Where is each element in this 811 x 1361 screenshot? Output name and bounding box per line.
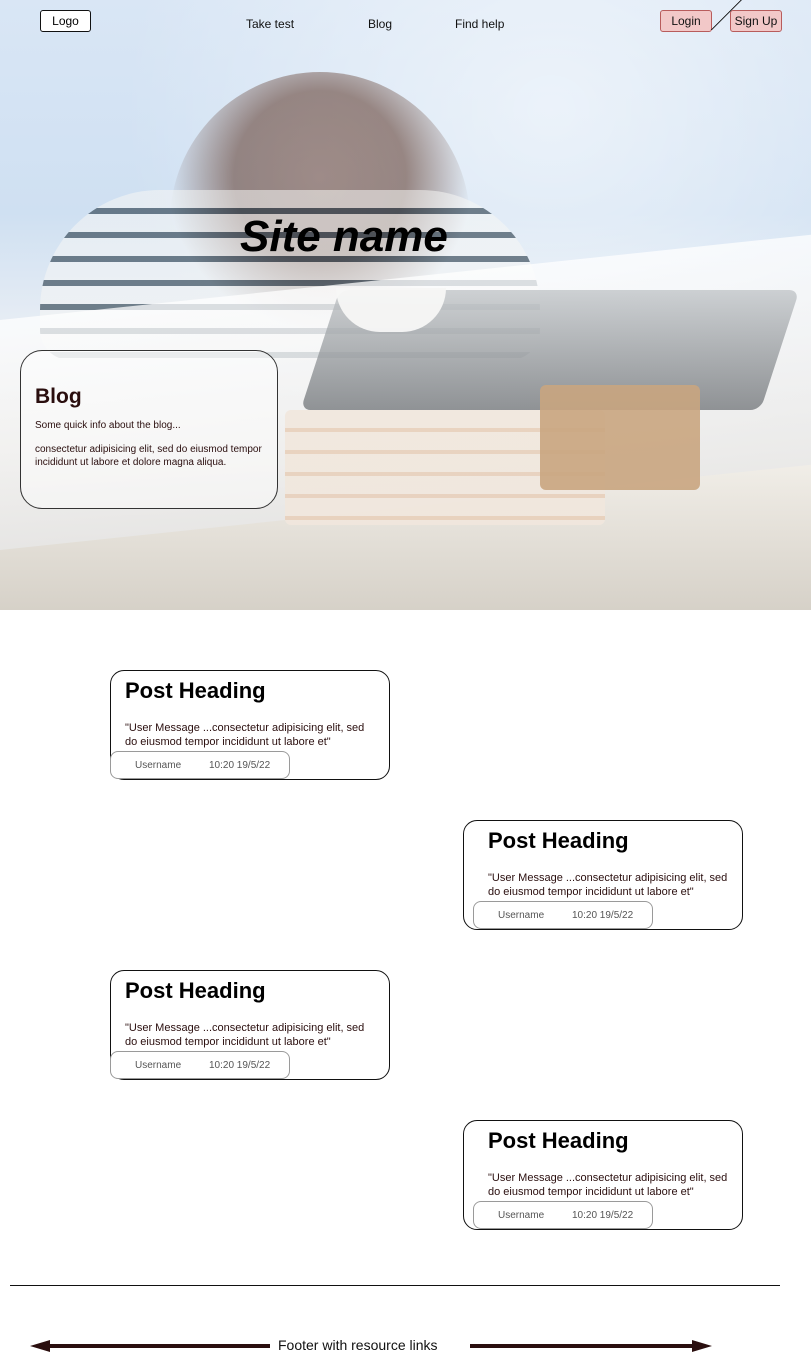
post-meta: Username 10:20 19/5/22	[110, 751, 290, 779]
post-username[interactable]: Username	[135, 1060, 181, 1071]
blog-card-info: Some quick info about the blog...	[35, 420, 181, 431]
login-button[interactable]: Login	[660, 10, 712, 32]
post-message: "User Message ...consectetur adipisicing…	[488, 1172, 728, 1198]
nav-link-find-help[interactable]: Find help	[455, 17, 504, 31]
post-card[interactable]: Post Heading "User Message ...consectetu…	[110, 670, 390, 780]
post-meta: Username 10:20 19/5/22	[473, 901, 653, 929]
post-meta: Username 10:20 19/5/22	[110, 1051, 290, 1079]
post-card[interactable]: Post Heading "User Message ...consectetu…	[110, 970, 390, 1080]
post-message: "User Message ...consectetur adipisicing…	[125, 722, 365, 748]
blog-card-title: Blog	[35, 385, 82, 408]
post-meta: Username 10:20 19/5/22	[473, 1201, 653, 1229]
post-timestamp: 10:20 19/5/22	[572, 910, 634, 921]
arrow-right-icon	[692, 1340, 712, 1352]
blog-info-card: Blog Some quick info about the blog... c…	[20, 350, 278, 509]
post-heading: Post Heading	[488, 828, 629, 853]
arrow-left-icon	[30, 1340, 50, 1352]
post-card[interactable]: Post Heading "User Message ...consectetu…	[463, 1120, 743, 1230]
nav-link-blog[interactable]: Blog	[368, 17, 392, 31]
post-username[interactable]: Username	[498, 910, 544, 921]
arrow-right-shaft	[470, 1344, 694, 1348]
signup-button[interactable]: Sign Up	[730, 10, 782, 32]
nav-link-take-test[interactable]: Take test	[246, 17, 294, 31]
hero-photo-pencil-holder	[540, 385, 700, 490]
post-heading: Post Heading	[488, 1128, 629, 1153]
post-message: "User Message ...consectetur adipisicing…	[488, 872, 728, 898]
hero-image	[0, 0, 811, 610]
arrow-left-shaft	[48, 1344, 270, 1348]
site-name-title: Site name	[240, 212, 448, 261]
post-timestamp: 10:20 19/5/22	[209, 760, 271, 771]
post-username[interactable]: Username	[498, 1210, 544, 1221]
post-message: "User Message ...consectetur adipisicing…	[125, 1022, 365, 1048]
footer-resource-links[interactable]: Footer with resource links	[278, 1337, 438, 1353]
post-timestamp: 10:20 19/5/22	[572, 1210, 634, 1221]
post-heading: Post Heading	[125, 978, 266, 1003]
logo[interactable]: Logo	[40, 10, 91, 32]
post-heading: Post Heading	[125, 678, 266, 703]
post-card[interactable]: Post Heading "User Message ...consectetu…	[463, 820, 743, 930]
footer-divider	[10, 1285, 780, 1286]
post-timestamp: 10:20 19/5/22	[209, 1060, 271, 1071]
blog-card-text: consectetur adipisicing elit, sed do eiu…	[35, 444, 262, 468]
post-username[interactable]: Username	[135, 760, 181, 771]
